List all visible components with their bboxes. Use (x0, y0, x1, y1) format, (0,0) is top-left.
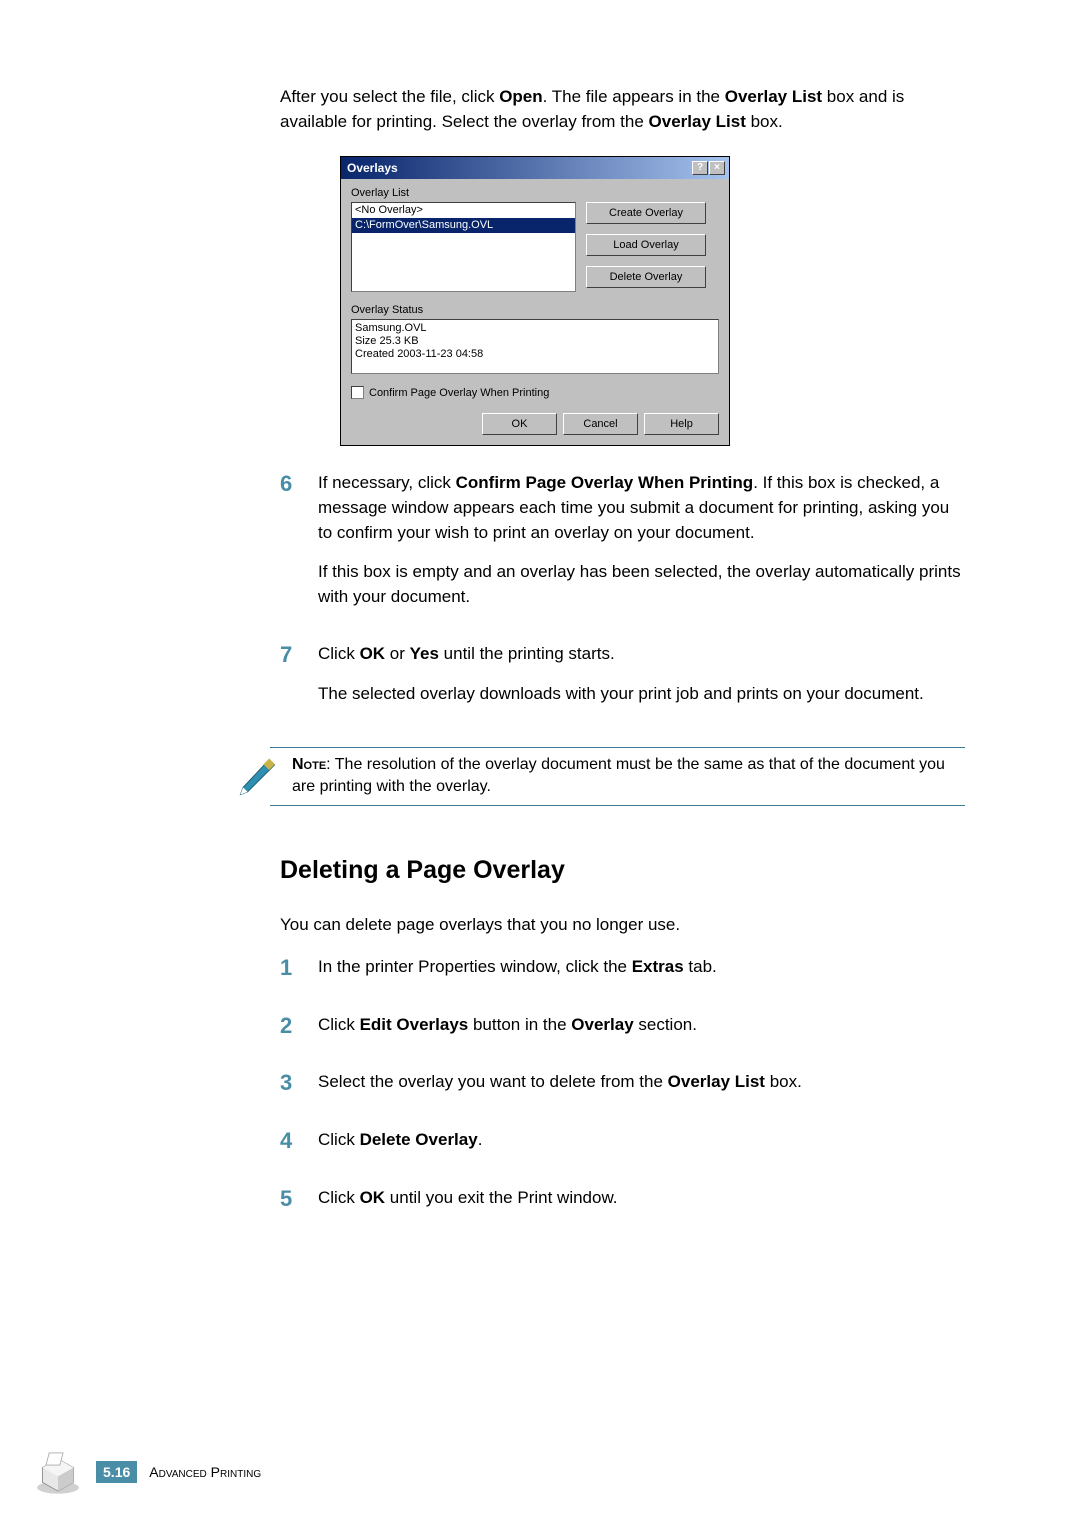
page-number: 5.16 (96, 1461, 137, 1483)
del-step-4: 4 Click Delete Overlay. (280, 1128, 965, 1168)
dialog-titlebar[interactable]: Overlays ? × (341, 157, 729, 179)
list-item-selected[interactable]: C:\FormOver\Samsung.OVL (352, 218, 575, 233)
step-number: 7 (280, 642, 300, 721)
chapter-title: Advanced Printing (149, 1464, 261, 1480)
overlay-listbox[interactable]: <No Overlay> C:\FormOver\Samsung.OVL (351, 202, 576, 292)
delete-intro: You can delete page overlays that you no… (280, 913, 965, 938)
status-box: Samsung.OVL Size 25.3 KB Created 2003-11… (351, 319, 719, 374)
note-block: Note: The resolution of the overlay docu… (270, 747, 965, 806)
step-number: 3 (280, 1070, 300, 1110)
confirm-checkbox[interactable] (351, 386, 364, 399)
help-button[interactable]: Help (644, 413, 719, 435)
load-overlay-button[interactable]: Load Overlay (586, 234, 706, 256)
status-line: Size 25.3 KB (355, 335, 715, 348)
pencil-icon (235, 755, 280, 800)
step-number: 5 (280, 1186, 300, 1226)
delete-overlay-button[interactable]: Delete Overlay (586, 266, 706, 288)
list-item[interactable]: <No Overlay> (352, 203, 575, 218)
cancel-button[interactable]: Cancel (563, 413, 638, 435)
status-line: Created 2003-11-23 04:58 (355, 348, 715, 361)
step-number: 6 (280, 471, 300, 624)
deleting-heading: Deleting a Page Overlay (280, 856, 965, 885)
printer-icon (32, 1446, 84, 1498)
del-step-1: 1 In the printer Properties window, clic… (280, 955, 965, 995)
step-number: 2 (280, 1013, 300, 1053)
step-number: 4 (280, 1128, 300, 1168)
status-label: Overlay Status (351, 304, 719, 316)
intro-paragraph: After you select the file, click Open. T… (280, 85, 965, 134)
del-step-3: 3 Select the overlay you want to delete … (280, 1070, 965, 1110)
overlay-list-label: Overlay List (351, 187, 719, 199)
confirm-checkbox-label: Confirm Page Overlay When Printing (369, 387, 549, 399)
create-overlay-button[interactable]: Create Overlay (586, 202, 706, 224)
ok-button[interactable]: OK (482, 413, 557, 435)
close-icon[interactable]: × (709, 161, 725, 175)
status-line: Samsung.OVL (355, 322, 715, 335)
dialog-title: Overlays (345, 161, 398, 175)
del-step-2: 2 Click Edit Overlays button in the Over… (280, 1013, 965, 1053)
step-7: 7 Click OK or Yes until the printing sta… (280, 642, 965, 721)
help-icon[interactable]: ? (692, 161, 708, 175)
del-step-5: 5 Click OK until you exit the Print wind… (280, 1186, 965, 1226)
step-6: 6 If necessary, click Confirm Page Overl… (280, 471, 965, 624)
overlays-dialog: Overlays ? × Overlay List <No Overlay> C… (340, 156, 730, 446)
page-footer: 5.16 Advanced Printing (32, 1446, 261, 1498)
step-number: 1 (280, 955, 300, 995)
